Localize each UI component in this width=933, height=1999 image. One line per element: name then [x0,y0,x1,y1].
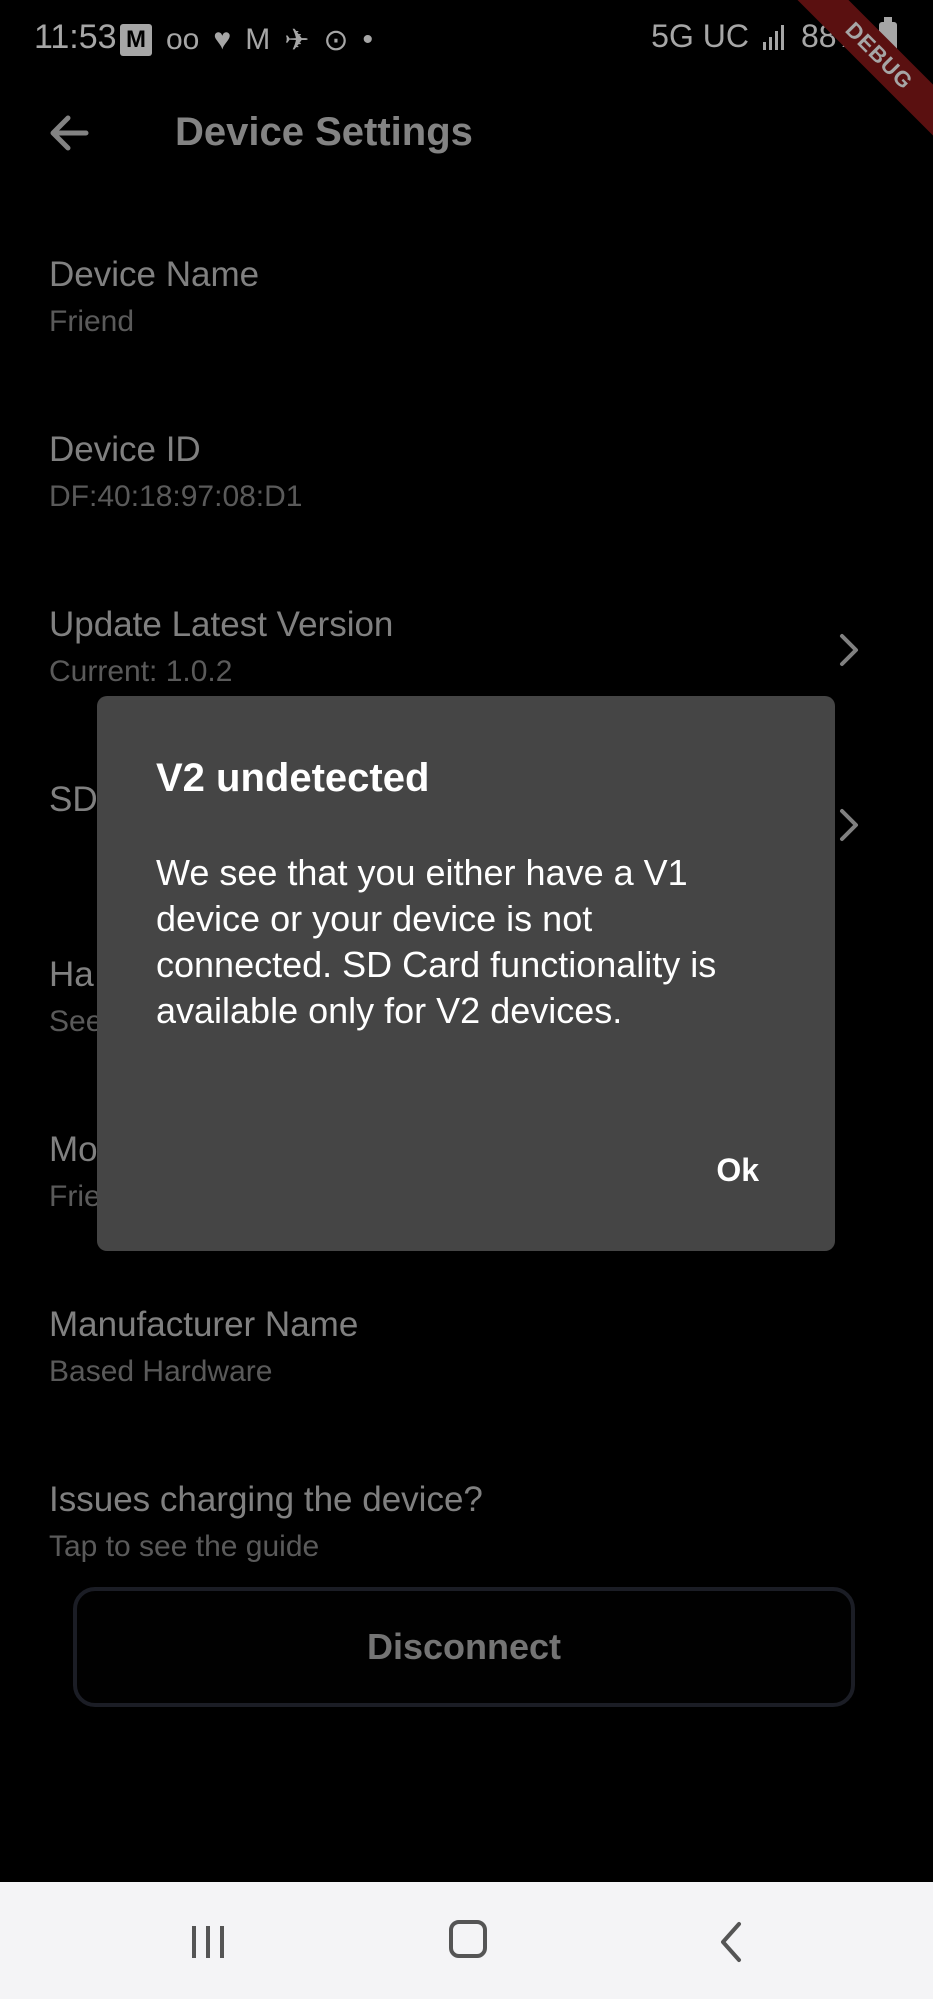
dialog-message: We see that you either have a V1 device … [156,852,717,1031]
system-nav-bar [0,1882,933,1999]
nav-back-icon[interactable] [713,1918,749,1966]
recent-apps-icon[interactable] [188,1924,228,1960]
v2-undetected-dialog: V2 undetected We see that you either hav… [97,696,835,1251]
ok-button[interactable]: Ok [716,1152,759,1189]
dialog-title: V2 undetected [156,756,430,800]
home-icon[interactable] [449,1920,487,1958]
